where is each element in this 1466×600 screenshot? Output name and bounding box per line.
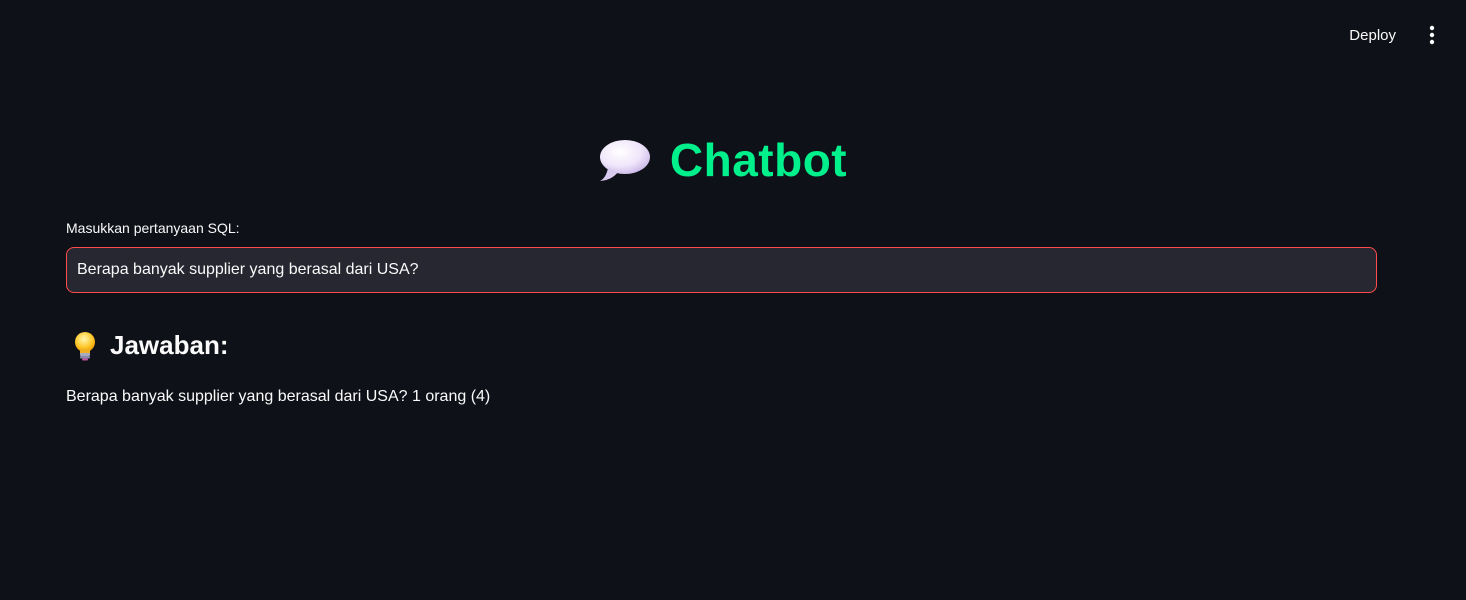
question-label: Masukkan pertanyaan SQL: — [66, 220, 240, 236]
main-menu-button[interactable] — [1418, 21, 1446, 49]
lightbulb-icon — [72, 331, 98, 361]
app-root: Deploy Chatbot Masukkan pertanyaan SQL: … — [0, 0, 1466, 600]
answer-text: Berapa banyak supplier yang berasal dari… — [66, 388, 491, 405]
deploy-button[interactable]: Deploy — [1341, 21, 1404, 50]
page-title-row: Chatbot — [66, 133, 1379, 187]
answer-heading: Jawaban: — [72, 330, 229, 361]
question-input-container — [66, 247, 1377, 293]
answer-heading-text: Jawaban: — [110, 330, 229, 360]
page-title: Chatbot — [669, 134, 848, 186]
kebab-menu-icon — [1429, 25, 1435, 45]
question-input[interactable] — [67, 248, 1376, 292]
toolbar: Deploy — [1341, 18, 1446, 52]
speech-bubble-icon — [598, 138, 652, 182]
